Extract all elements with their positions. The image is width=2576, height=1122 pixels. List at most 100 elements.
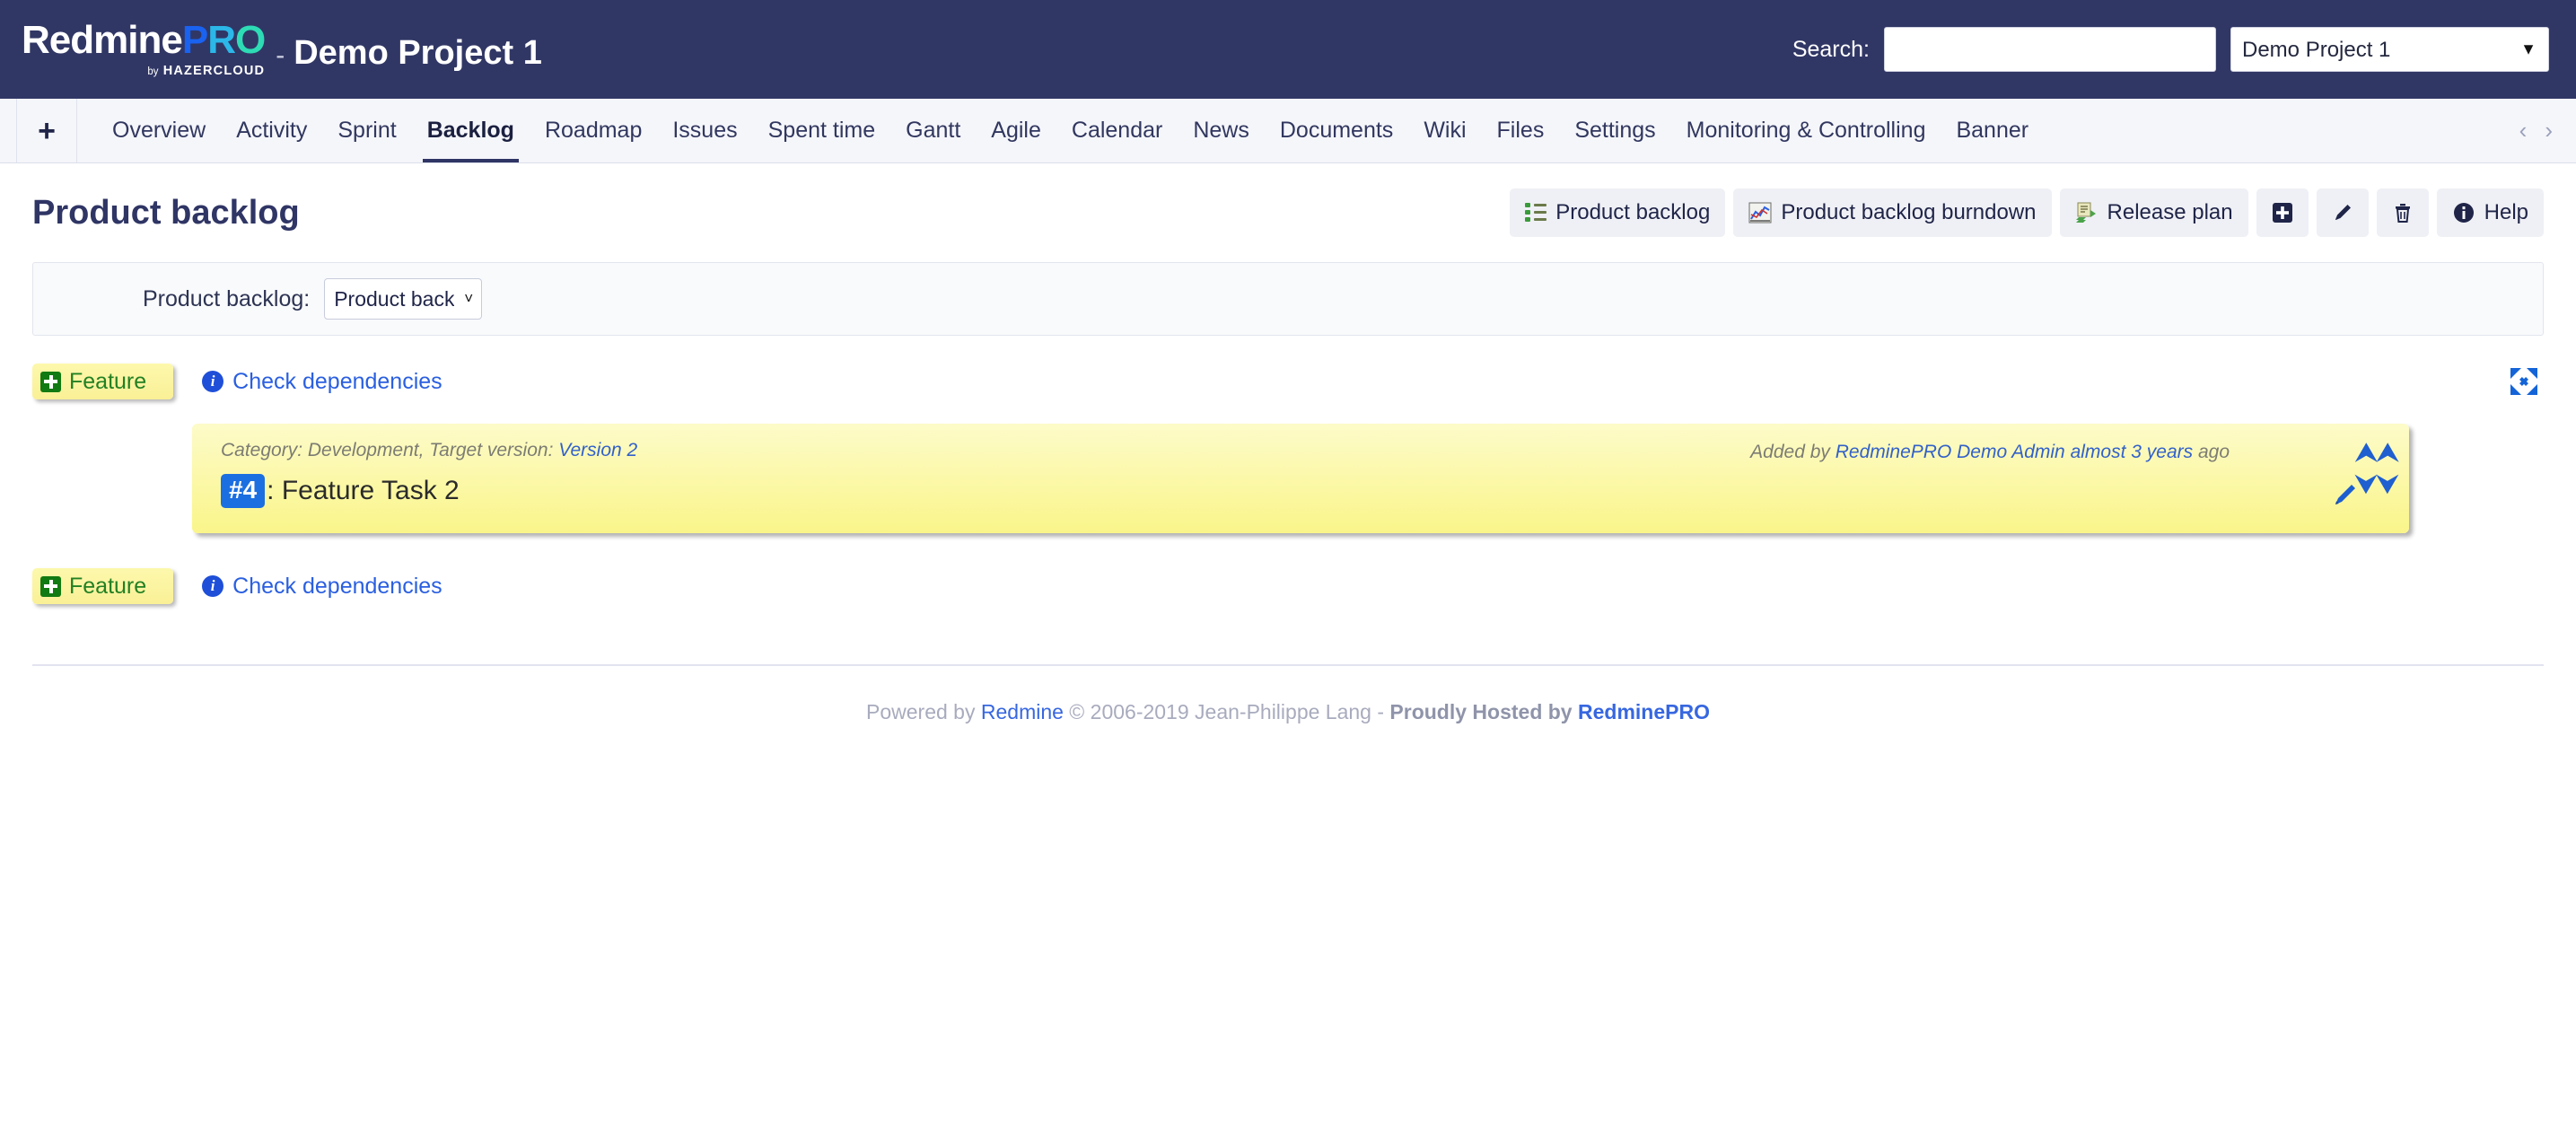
help-button-label: Help [2484,200,2528,224]
edit-button[interactable] [2316,188,2369,237]
product-backlog-button[interactable]: Product backlog [1510,188,1726,237]
issue-id-badge[interactable]: #4 [221,474,266,508]
logo-wordmark: Redmine P R O [22,18,266,63]
nav-tab-activity[interactable]: Activity [221,99,322,162]
footer-powered-by: Powered by [866,700,981,723]
help-button[interactable]: Help [2436,188,2544,237]
plus-icon: + [38,113,56,148]
check-dependencies-label: Check dependencies [232,368,442,394]
nav-tab-news[interactable]: News [1178,99,1265,162]
page-toolbar: Product backlog Product backlog burndown [1510,188,2544,237]
check-dependencies-link-2[interactable]: i Check dependencies [202,574,442,600]
nav-tab-backlog[interactable]: Backlog [412,99,530,162]
logo-tagline: by HAZERCLOUD [22,65,265,78]
chart-icon [1748,202,1772,224]
plus-square-icon [40,575,61,597]
search-label: Search: [1792,36,1870,62]
logo-letter-r: R [207,18,236,63]
nav-tab-calendar[interactable]: Calendar [1056,99,1178,162]
nav-scroll-arrows: ‹ › [2496,99,2576,162]
move-down-icon[interactable]: ⮟⮟ [2355,471,2398,495]
backlog-filter-label: Product backlog: [143,285,311,311]
nav-tab-files[interactable]: Files [1482,99,1560,162]
nav-tab-roadmap[interactable]: Roadmap [530,99,657,162]
nav-tab-sprint[interactable]: Sprint [322,99,411,162]
target-version-link[interactable]: Version 2 [558,440,637,460]
redminepro-link[interactable]: RedminePRO [1578,700,1710,723]
issue-subject: Feature Task 2 [281,476,460,505]
add-feature-badge-2[interactable]: Feature [32,568,174,604]
added-by-suffix: ago [2193,442,2230,462]
search-input[interactable] [1884,27,2216,72]
backlog-selector[interactable]: Product backlog ˅ [324,278,483,320]
nav-tab-monitoring-controlling[interactable]: Monitoring & Controlling [1671,99,1941,162]
header-right-group: Search: Demo Project 1 ▼ [1792,27,2549,72]
nav-tab-gantt[interactable]: Gantt [890,99,976,162]
nav-tab-agile[interactable]: Agile [976,99,1056,162]
release-plan-button[interactable]: Release plan [2059,188,2248,237]
logo-letter-o: O [234,18,266,63]
brand-block[interactable]: Redmine P R O by HAZERCLOUD - Demo Project … [22,21,542,78]
issue-card[interactable]: Category: Development, Target version: V… [192,424,2409,533]
nav-tab-issues[interactable]: Issues [657,99,752,162]
issue-id-separator: : [267,476,275,505]
project-select[interactable]: Demo Project 1 [2230,27,2549,72]
backlog-select[interactable]: Product backlog [324,278,483,320]
logo-letter-p: P [181,18,208,63]
check-dependencies-link-1[interactable]: i Check dependencies [202,369,442,395]
added-by-prefix: Added by [1750,442,1836,462]
info-icon [2452,201,2475,224]
add-square-icon [2271,201,2294,224]
delete-button[interactable] [2376,188,2429,237]
footer-copyright: © 2006-2019 Jean-Philippe Lang - [1063,700,1390,723]
chevron-left-icon[interactable]: ‹ [2519,117,2528,145]
backlog-cards-area: Category: Development, Target version: V… [32,424,2544,533]
nav-tab-settings[interactable]: Settings [1559,99,1670,162]
plus-square-icon [40,371,61,392]
issue-card-title: #4: Feature Task 2 [221,474,2386,508]
feature-badge-label: Feature [69,573,147,599]
release-plan-icon [2075,202,2098,224]
add-menu-button[interactable]: + [16,99,77,162]
logo-tagline-by: by [147,66,159,78]
info-icon: i [202,575,224,597]
project-selector[interactable]: Demo Project 1 ▼ [2230,27,2549,72]
redminepro-logo[interactable]: Redmine P R O by HAZERCLOUD [22,18,266,78]
check-dependencies-label: Check dependencies [232,573,442,599]
info-icon: i [202,371,224,392]
logo-text-redmine: Redmine [22,18,183,63]
list-icon [1525,202,1547,224]
page-project-title: Demo Project 1 [294,33,542,72]
issue-card-category-version: Category: Development, Target version: [221,440,559,460]
add-button[interactable] [2256,188,2309,237]
nav-tab-wiki[interactable]: Wiki [1408,99,1481,162]
nav-tab-banner[interactable]: Banner [1941,99,2044,162]
add-feature-badge-1[interactable]: Feature [32,364,174,399]
content-area: Product backlog Product backlog Product … [0,163,2576,724]
backlog-footer-row: Feature i Check dependencies [32,558,2544,614]
backlog-header-row: Feature i Check dependencies [32,354,2544,409]
filter-bar: Product backlog: Product backlog ˅ [32,262,2544,336]
footer-hosted-by: Proudly Hosted by [1389,700,1578,723]
nav-tab-overview[interactable]: Overview [97,99,221,162]
page-header: Product backlog Product backlog Product … [32,163,2544,242]
issue-sort-controls: ⮝⮝ ⮟⮟ [2355,440,2398,496]
chevron-right-icon[interactable]: › [2545,117,2553,145]
feature-badge-label: Feature [69,368,147,394]
nav-tab-spent-time[interactable]: Spent time [753,99,891,162]
main-navigation: + Overview Activity Sprint Backlog Roadm… [0,99,2576,163]
release-plan-button-label: Release plan [2107,200,2233,224]
logo-tagline-hazercloud: HAZERCLOUD [162,64,266,79]
burndown-button[interactable]: Product backlog burndown [1733,188,2052,237]
expand-all-icon[interactable] [2508,365,2540,398]
brand-dash: - [276,39,285,70]
pencil-icon [2331,201,2354,224]
issue-author-link[interactable]: RedminePRO Demo Admin almost 3 years [1836,442,2193,462]
top-header: Redmine P R O by HAZERCLOUD - Demo Project … [0,0,2576,99]
move-up-icon[interactable]: ⮝⮝ [2355,440,2398,464]
nav-tab-list: Overview Activity Sprint Backlog Roadmap… [77,99,2496,162]
nav-tab-documents[interactable]: Documents [1265,99,1408,162]
product-backlog-button-label: Product backlog [1555,200,1711,224]
redmine-link[interactable]: Redmine [981,700,1064,723]
issue-card-added-info: Added by RedminePRO Demo Admin almost 3 … [1750,442,2230,463]
